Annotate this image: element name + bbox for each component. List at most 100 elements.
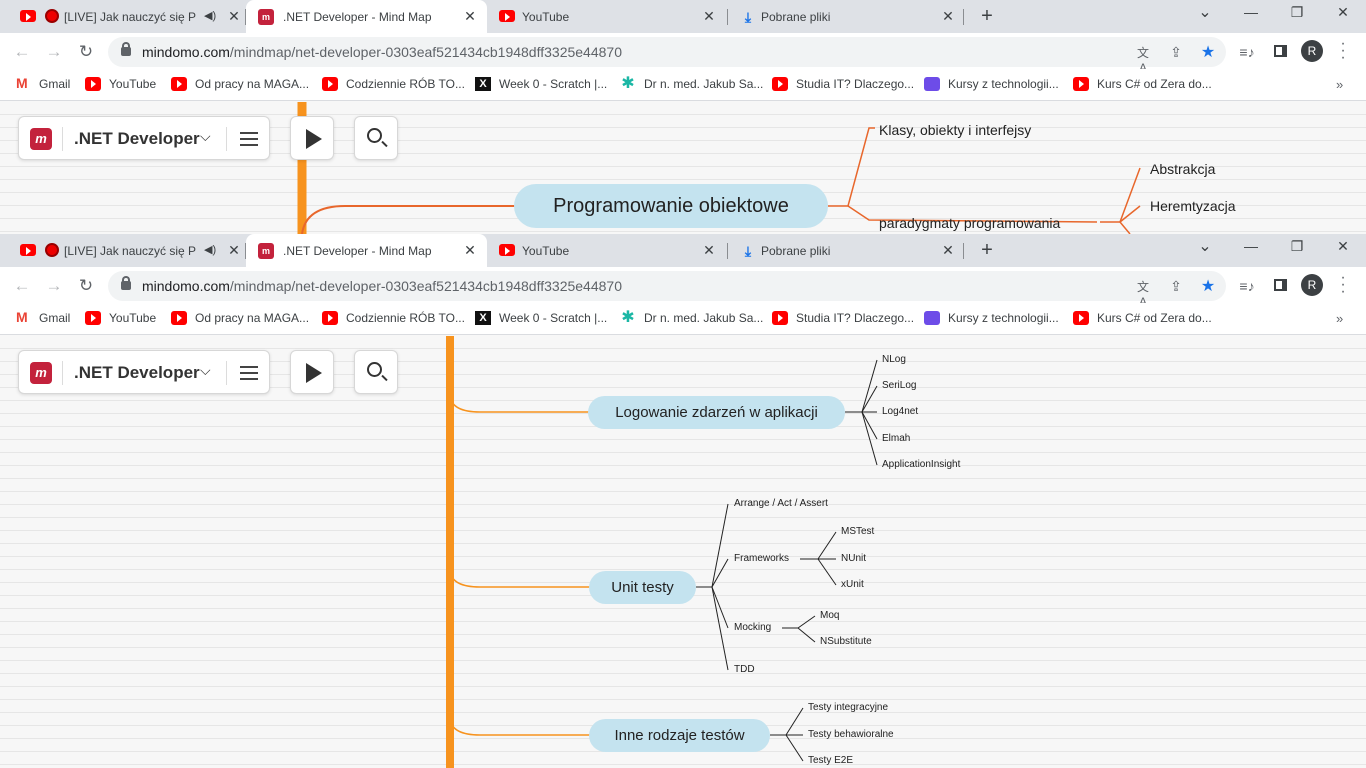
tab-downloads[interactable]: ⤓ Pobrane pliki ✕ — [728, 234, 964, 267]
topic-nunit[interactable]: NUnit — [841, 553, 866, 564]
minimize-button[interactable]: — — [1241, 238, 1261, 254]
back-arrow-icon[interactable]: ← — [12, 42, 32, 62]
bookmarks-more-icon[interactable]: » — [1336, 77, 1343, 92]
bookmark-codziennie[interactable]: Codziennie RÓB TO... — [322, 77, 465, 91]
topic-programowanie-obiektowe[interactable]: Programowanie obiektowe — [514, 184, 828, 228]
minimize-button[interactable]: — — [1241, 4, 1261, 20]
reload-icon[interactable]: ↻ — [76, 42, 96, 62]
tab-live-video[interactable]: [LIVE] Jak nauczyć się Pro ◀) ✕ — [8, 0, 246, 33]
bookmark-star-icon[interactable]: ★ — [1199, 42, 1217, 62]
profile-avatar[interactable]: R — [1301, 40, 1323, 62]
tab-mindmap[interactable]: m .NET Developer - Mind Map ✕ — [246, 234, 487, 267]
topic-heremtyzacja[interactable]: Heremtyzacja — [1150, 198, 1236, 214]
audio-icon[interactable]: ◀) — [204, 243, 216, 256]
bookmark-gmail[interactable]: Gmail — [15, 75, 70, 91]
topic-tdd[interactable]: TDD — [734, 664, 755, 675]
profile-avatar[interactable]: R — [1301, 274, 1323, 296]
topic-testy-e2e[interactable]: Testy E2E — [808, 755, 853, 766]
kebab-menu-icon[interactable]: · · · — [1336, 36, 1350, 66]
topic-applicationinsight[interactable]: ApplicationInsight — [882, 459, 960, 470]
bookmark-kurs-csharp[interactable]: Kurs C# od Zera do... — [1073, 311, 1212, 325]
topic-logowanie[interactable]: Logowanie zdarzeń w aplikacji — [588, 396, 845, 429]
side-panel-icon[interactable] — [1271, 278, 1289, 294]
topic-inne-rodzaje-testow[interactable]: Inne rodzaje testów — [589, 719, 770, 752]
bookmark-od-pracy[interactable]: Od pracy na MAGA... — [171, 77, 309, 91]
close-icon[interactable]: ✕ — [940, 8, 956, 25]
new-tab-button[interactable]: + — [977, 5, 997, 28]
bookmark-studia-it[interactable]: Studia IT? Dlaczego... — [772, 311, 914, 325]
window-close-button[interactable]: ✕ — [1333, 4, 1353, 21]
topic-mstest[interactable]: MSTest — [841, 526, 874, 537]
topic-abstrakcja[interactable]: Abstrakcja — [1150, 161, 1215, 177]
topic-mocking[interactable]: Mocking — [734, 622, 771, 633]
topic-arrange-act-assert[interactable]: Arrange / Act / Assert — [734, 498, 828, 509]
media-control-icon[interactable]: ≡♪ — [1238, 278, 1256, 294]
restore-button[interactable]: ❐ — [1287, 238, 1307, 255]
share-icon[interactable]: ⇪ — [1167, 44, 1185, 61]
bookmark-gmail[interactable]: Gmail — [15, 309, 70, 325]
search-button[interactable] — [354, 116, 398, 160]
back-arrow-icon[interactable]: ← — [12, 276, 32, 296]
bookmark-studia-it[interactable]: Studia IT? Dlaczego... — [772, 77, 914, 91]
lock-icon[interactable] — [121, 42, 131, 56]
mindmap-canvas[interactable]: m .NET Developer ⌵ Programowanie obiekto… — [0, 102, 1366, 234]
close-icon[interactable]: ✕ — [701, 8, 717, 25]
topic-frameworks[interactable]: Frameworks — [734, 553, 789, 564]
close-icon[interactable]: ✕ — [226, 8, 242, 25]
play-button[interactable] — [290, 116, 334, 160]
topic-paradygmaty[interactable]: paradygmaty programowania — [879, 215, 1060, 231]
bookmark-kursy[interactable]: Kursy z technologii... — [924, 77, 1059, 91]
tab-downloads[interactable]: ⤓ Pobrane pliki ✕ — [728, 0, 964, 33]
lock-icon[interactable] — [121, 276, 131, 290]
new-tab-button[interactable]: + — [977, 239, 997, 262]
bookmark-od-pracy[interactable]: Od pracy na MAGA... — [171, 311, 309, 325]
bookmark-dr[interactable]: ✱ Dr n. med. Jakub Sa... — [620, 310, 763, 326]
topic-unit-testy[interactable]: Unit testy — [589, 571, 696, 604]
topic-testy-integracyjne[interactable]: Testy integracyjne — [808, 702, 888, 713]
tab-youtube[interactable]: YouTube ✕ — [487, 0, 728, 33]
hamburger-menu-icon[interactable] — [240, 366, 258, 380]
topic-serilog[interactable]: SeriLog — [882, 380, 916, 391]
topic-nsubstitute[interactable]: NSubstitute — [820, 636, 872, 647]
hamburger-menu-icon[interactable] — [240, 132, 258, 146]
kebab-menu-icon[interactable]: · · · — [1336, 270, 1350, 300]
topic-testy-behawioralne[interactable]: Testy behawioralne — [808, 729, 894, 740]
close-icon[interactable]: ✕ — [701, 242, 717, 259]
map-title[interactable]: .NET Developer — [74, 363, 200, 383]
map-title[interactable]: .NET Developer — [74, 129, 200, 149]
reload-icon[interactable]: ↻ — [76, 276, 96, 296]
url-text[interactable]: mindomo.com/mindmap/net-developer-0303ea… — [142, 44, 622, 60]
mindmap-canvas[interactable]: m .NET Developer ⌵ Logowanie zdarzeń w a… — [0, 336, 1366, 768]
bookmark-youtube[interactable]: YouTube — [85, 77, 156, 91]
audio-icon[interactable]: ◀) — [204, 9, 216, 22]
topic-elmah[interactable]: Elmah — [882, 433, 910, 444]
bookmark-star-icon[interactable]: ★ — [1199, 276, 1217, 296]
tab-search-button[interactable]: ⌄ — [1195, 2, 1215, 22]
bookmark-youtube[interactable]: YouTube — [85, 311, 156, 325]
tab-mindmap[interactable]: m .NET Developer - Mind Map ✕ — [246, 0, 487, 33]
bookmarks-more-icon[interactable]: » — [1336, 311, 1343, 326]
topic-moq[interactable]: Moq — [820, 610, 839, 621]
side-panel-icon[interactable] — [1271, 44, 1289, 60]
bookmark-codziennie[interactable]: Codziennie RÓB TO... — [322, 311, 465, 325]
chevron-down-icon[interactable]: ⌵ — [200, 128, 211, 145]
search-button[interactable] — [354, 350, 398, 394]
tab-search-button[interactable]: ⌄ — [1195, 236, 1215, 256]
topic-xunit[interactable]: xUnit — [841, 579, 864, 590]
close-icon[interactable]: ✕ — [226, 242, 242, 259]
tab-youtube[interactable]: YouTube ✕ — [487, 234, 728, 267]
bookmark-week0[interactable]: X Week 0 - Scratch |... — [475, 77, 607, 91]
bookmark-kurs-csharp[interactable]: Kurs C# od Zera do... — [1073, 77, 1212, 91]
close-icon[interactable]: ✕ — [462, 8, 478, 25]
url-text[interactable]: mindomo.com/mindmap/net-developer-0303ea… — [142, 278, 622, 294]
bookmark-kursy[interactable]: Kursy z technologii... — [924, 311, 1059, 325]
media-control-icon[interactable]: ≡♪ — [1238, 44, 1256, 60]
topic-log4net[interactable]: Log4net — [882, 406, 918, 417]
play-button[interactable] — [290, 350, 334, 394]
forward-arrow-icon[interactable]: → — [44, 276, 64, 296]
chevron-down-icon[interactable]: ⌵ — [200, 362, 211, 379]
mindomo-logo-icon[interactable]: m — [30, 362, 52, 384]
mindomo-logo-icon[interactable]: m — [30, 128, 52, 150]
topic-klasy[interactable]: Klasy, obiekty i interfejsy — [879, 122, 1031, 138]
bookmark-dr[interactable]: ✱ Dr n. med. Jakub Sa... — [620, 76, 763, 92]
